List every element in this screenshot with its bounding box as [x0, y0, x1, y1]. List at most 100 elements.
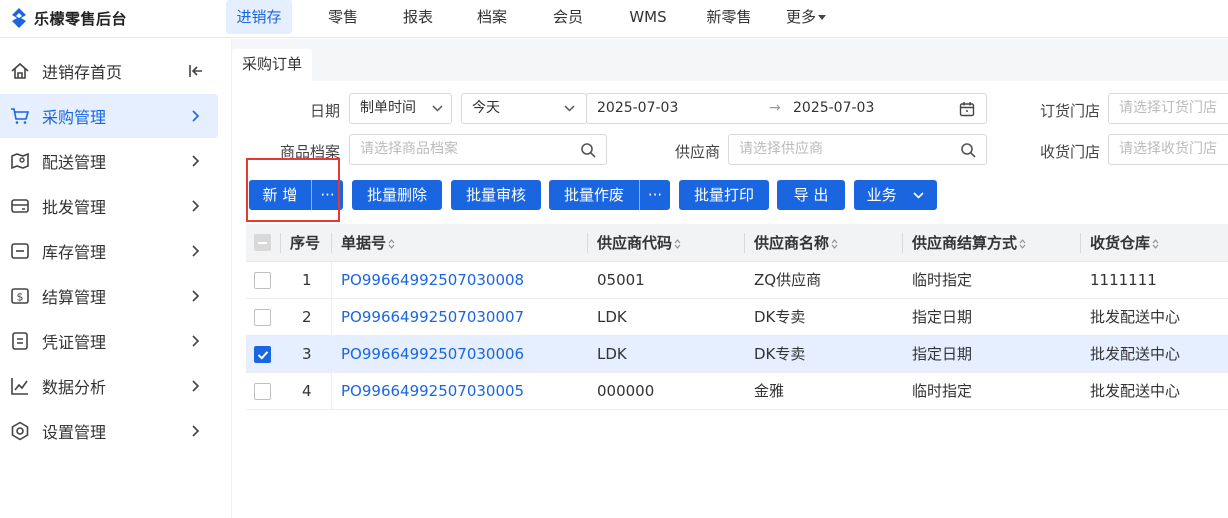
- column-header-supplier-code[interactable]: 供应商代码: [597, 224, 681, 262]
- export-button[interactable]: 导 出: [777, 180, 845, 210]
- supplier-select[interactable]: 请选择供应商: [728, 134, 987, 165]
- brand-name: 乐檬零售后台: [34, 9, 128, 28]
- wallet-icon: [11, 199, 29, 213]
- chevron-right-icon: [192, 425, 200, 437]
- row-checkbox[interactable]: [254, 346, 271, 363]
- topnav-item-new-retail[interactable]: 新零售: [696, 0, 762, 34]
- caret-down-icon: [818, 15, 826, 20]
- collapse-sidebar-icon[interactable]: [188, 62, 204, 80]
- cell-supplier-code: LDK: [597, 308, 627, 326]
- brand-logo-icon: [12, 8, 26, 28]
- batch-audit-button[interactable]: 批量审核: [451, 180, 541, 210]
- receive-store-select[interactable]: 请选择收货门店: [1108, 134, 1228, 165]
- topnav-item-member[interactable]: 会员: [538, 0, 598, 34]
- sidebar-item-label: 配送管理: [42, 153, 107, 172]
- topnav-item-reports[interactable]: 报表: [388, 0, 448, 34]
- table-row[interactable]: 2 PO99664992507030007 LDK DK专卖 指定日期 批发配送…: [246, 299, 1228, 336]
- batch-void-more-button[interactable]: ···: [639, 180, 670, 210]
- batch-delete-button[interactable]: 批量删除: [352, 180, 442, 210]
- cell-doc-link[interactable]: PO99664992507030007: [341, 299, 524, 336]
- sidebar-item-label: 库存管理: [42, 243, 107, 262]
- topnav-item-more[interactable]: 更多: [776, 0, 836, 34]
- date-range-select[interactable]: 今天: [461, 93, 587, 124]
- date-type-value: 制单时间: [360, 100, 416, 116]
- sidebar-item-wholesale[interactable]: 批发管理: [0, 184, 218, 228]
- batch-print-button[interactable]: 批量打印: [679, 180, 769, 210]
- row-checkbox[interactable]: [254, 383, 271, 400]
- dollar-icon: $: [11, 288, 29, 304]
- brand[interactable]: 乐檬零售后台: [10, 6, 127, 30]
- receive-store-label: 收货门店: [1039, 143, 1100, 161]
- column-header-doc-no[interactable]: 单据号: [341, 224, 395, 262]
- row-checkbox[interactable]: [254, 272, 271, 289]
- chevron-right-icon: [192, 335, 200, 347]
- sidebar-item-label: 设置管理: [42, 423, 107, 442]
- column-header-warehouse[interactable]: 收货仓库: [1090, 224, 1159, 262]
- calendar-icon[interactable]: [959, 101, 975, 117]
- sidebar-item-settings[interactable]: 设置管理: [0, 409, 218, 453]
- cell-settlement: 临时指定: [912, 382, 973, 400]
- sort-icon: [674, 238, 681, 249]
- cell-warehouse: 批发配送中心: [1090, 308, 1181, 326]
- cell-doc-link[interactable]: PO99664992507030006: [341, 336, 524, 373]
- date-range-picker[interactable]: 2025-07-03 → 2025-07-03: [586, 93, 987, 124]
- product-placeholder: 请选择商品档案: [360, 141, 458, 157]
- column-header-supplier-name[interactable]: 供应商名称: [754, 224, 838, 262]
- cell-doc-link[interactable]: PO99664992507030005: [341, 373, 524, 410]
- sort-icon: [1152, 238, 1159, 249]
- cell-doc-link[interactable]: PO99664992507030008: [341, 262, 524, 299]
- business-label: 业务: [866, 186, 897, 204]
- sidebar-item-label: 进销存首页: [42, 63, 123, 82]
- date-type-select[interactable]: 制单时间: [349, 93, 452, 124]
- sidebar-item-label: 结算管理: [42, 288, 107, 307]
- column-header-label: 单据号: [341, 234, 387, 252]
- table-row[interactable]: 4 PO99664992507030005 000000 金雅 临时指定 批发配…: [246, 373, 1228, 410]
- order-store-select[interactable]: 请选择订货门店: [1108, 93, 1228, 124]
- cell-supplier-name: 金雅: [754, 382, 785, 400]
- cell-no: 3: [302, 345, 312, 363]
- column-header-settlement[interactable]: 供应商结算方式: [912, 224, 1026, 262]
- supplier-placeholder: 请选择供应商: [739, 141, 823, 157]
- arrow-right-icon: →: [769, 100, 781, 116]
- row-checkbox[interactable]: [254, 309, 271, 326]
- cell-settlement: 指定日期: [912, 345, 973, 363]
- sidebar-item-settlement[interactable]: $ 结算管理: [0, 274, 218, 318]
- column-header-label: 供应商结算方式: [912, 234, 1018, 252]
- product-select[interactable]: 请选择商品档案: [349, 134, 607, 165]
- column-header-label: 供应商名称: [754, 234, 830, 252]
- topnav-item-archive[interactable]: 档案: [462, 0, 522, 34]
- date-end: 2025-07-03: [793, 100, 875, 116]
- chevron-down-icon: [913, 192, 924, 199]
- batch-void-button[interactable]: 批量作废: [549, 180, 639, 210]
- cell-warehouse: 批发配送中心: [1090, 382, 1181, 400]
- chart-icon: [11, 378, 28, 395]
- select-all-checkbox[interactable]: [254, 234, 271, 251]
- table-row[interactable]: 3 PO99664992507030006 LDK DK专卖 指定日期 批发配送…: [246, 336, 1228, 373]
- search-icon[interactable]: [580, 142, 596, 158]
- chevron-right-icon: [192, 380, 200, 392]
- table-row[interactable]: 1 PO99664992507030008 05001 ZQ供应商 临时指定 1…: [246, 262, 1228, 299]
- svg-text:$: $: [17, 291, 24, 304]
- sidebar-item-home[interactable]: 进销存首页: [0, 49, 218, 93]
- tab-purchase-order[interactable]: 采购订单: [232, 49, 312, 81]
- cell-warehouse: 批发配送中心: [1090, 345, 1181, 363]
- sidebar-item-inventory[interactable]: 库存管理: [0, 229, 218, 273]
- sidebar-item-purchase[interactable]: 采购管理: [0, 94, 218, 138]
- topnav-item-inventory[interactable]: 进销存: [226, 0, 292, 34]
- sidebar-item-distribution[interactable]: 配送管理: [0, 139, 218, 183]
- topnav-item-retail[interactable]: 零售: [308, 0, 378, 34]
- sidebar-item-analytics[interactable]: 数据分析: [0, 364, 218, 408]
- date-start: 2025-07-03: [597, 100, 679, 116]
- business-dropdown-button[interactable]: 业务: [854, 180, 937, 210]
- sidebar-item-voucher[interactable]: 凭证管理: [0, 319, 218, 363]
- date-range-value: 今天: [472, 100, 500, 116]
- cell-supplier-name: DK专卖: [754, 345, 806, 363]
- sidebar-item-label: 采购管理: [42, 108, 107, 127]
- topnav-item-wms[interactable]: WMS: [618, 0, 678, 34]
- order-store-placeholder: 请选择订货门店: [1119, 100, 1217, 116]
- date-label: 日期: [309, 102, 340, 120]
- sidebar-item-label: 数据分析: [42, 378, 107, 397]
- search-icon[interactable]: [960, 142, 976, 158]
- sort-icon: [831, 238, 838, 249]
- tab-bar: 采购订单: [232, 39, 1228, 81]
